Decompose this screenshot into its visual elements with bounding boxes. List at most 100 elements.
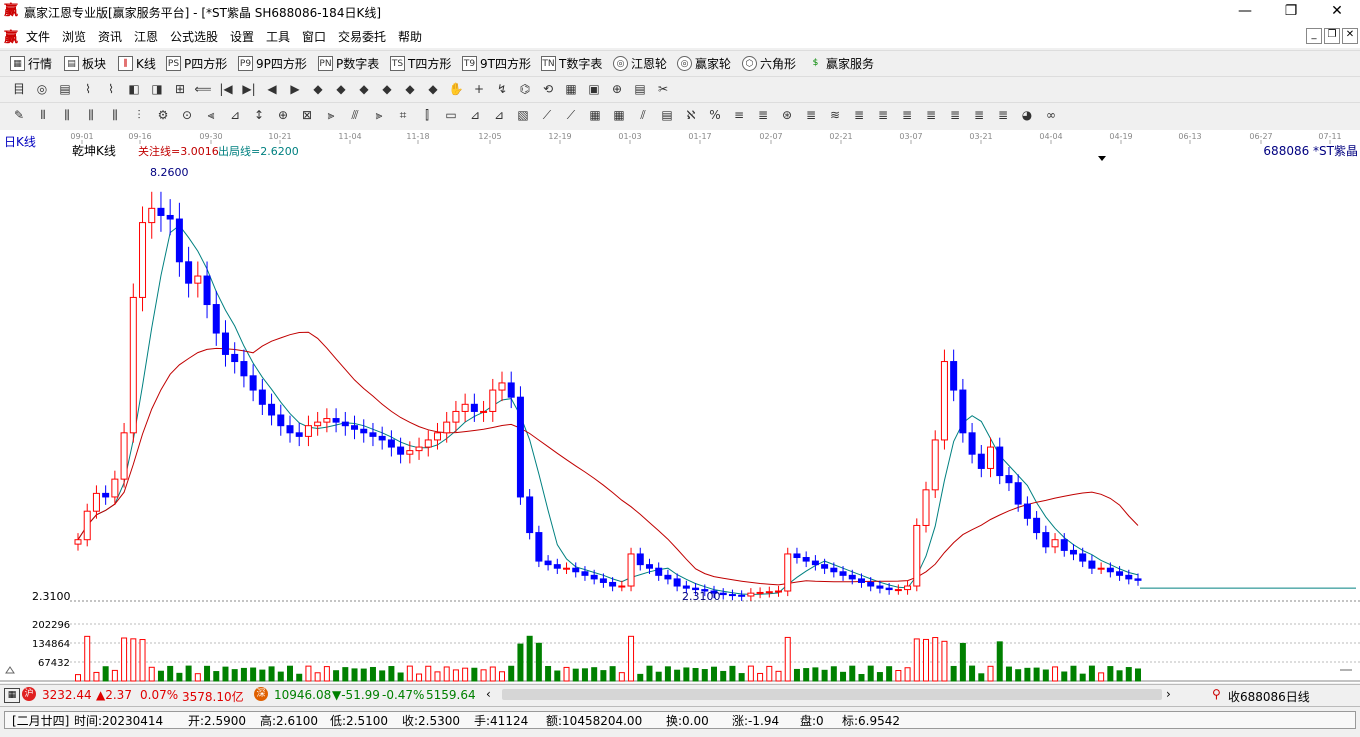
toolbar2_glyphs-tool-15-icon[interactable]: ◆	[355, 81, 373, 98]
toolbar3_glyphs-tool-28-icon[interactable]: ℵ	[682, 107, 700, 124]
toolbar2_glyphs-tool-3-icon[interactable]: ⌇	[79, 81, 97, 98]
toolbar3_glyphs-tool-18-icon[interactable]: ▭	[442, 107, 460, 124]
menu-info[interactable]: 资讯	[98, 28, 122, 45]
toolbar3_glyphs-tool-22-icon[interactable]: ⟋	[538, 107, 556, 124]
toolbar3_glyphs-tool-25-icon[interactable]: ▦	[610, 107, 628, 124]
toolbar3_glyphs-tool-10-icon[interactable]: ↕	[250, 107, 268, 124]
toolbar3_glyphs-tool-12-icon[interactable]: ⊠	[298, 107, 316, 124]
quotes-button[interactable]: ▦ 行情	[10, 54, 52, 72]
toolbar3_glyphs-tool-41-icon[interactable]: ≣	[994, 107, 1012, 124]
scroll-left-icon[interactable]: ‹	[486, 687, 491, 701]
menu-window[interactable]: 窗口	[302, 28, 326, 45]
kline-chart-panel[interactable]: 09-01 09-16 09-30 10-21 11-04 11-18 12-05 12-19…	[0, 130, 1360, 683]
toolbar3_glyphs-tool-29-icon[interactable]: %	[706, 107, 724, 124]
toolbar2_glyphs-tool-4-icon[interactable]: ⌇	[102, 81, 120, 98]
toolbar2_glyphs-tool-26-icon[interactable]: ⊕	[608, 81, 626, 98]
toolbar2_glyphs-tool-24-icon[interactable]: ▦	[562, 81, 580, 98]
toolbar3_glyphs-tool-11-icon[interactable]: ⊕	[274, 107, 292, 124]
toolbar2_glyphs-tool-12-icon[interactable]: ▶	[286, 81, 304, 98]
toolbar3_glyphs-tool-13-icon[interactable]: ⫸	[322, 107, 340, 124]
toolbar3_glyphs-tool-26-icon[interactable]: ⫽	[634, 107, 652, 124]
toolbar3_glyphs-tool-35-icon[interactable]: ≣	[850, 107, 868, 124]
toolbar2_glyphs-tool-13-icon[interactable]: ◆	[309, 81, 327, 98]
toolbar3_glyphs-tool-16-icon[interactable]: ⌗	[394, 107, 412, 124]
minimize-button[interactable]: —	[1222, 0, 1268, 24]
toolbar3_glyphs-tool-33-icon[interactable]: ≣	[802, 107, 820, 124]
gann-wheel-button[interactable]: ◎ 江恩轮	[613, 54, 667, 72]
hexagon-button[interactable]: ⬡ 六角形	[742, 54, 796, 72]
mdi-close-button[interactable]: ✕	[1342, 28, 1358, 44]
menu-help[interactable]: 帮助	[398, 28, 422, 45]
toolbar3_glyphs-tool-4-icon[interactable]: ⫼	[106, 107, 124, 124]
toolbar3_glyphs-tool-34-icon[interactable]: ≋	[826, 107, 844, 124]
service-button[interactable]: $ 赢家服务	[808, 54, 874, 72]
menu-browse[interactable]: 浏览	[62, 28, 86, 45]
toolbar3_glyphs-tool-17-icon[interactable]: ⫿	[418, 107, 436, 124]
menu-file[interactable]: 文件	[26, 28, 50, 45]
toolbar2_glyphs-tool-6-icon[interactable]: ◨	[148, 81, 166, 98]
toolbar2_glyphs-tool-1-icon[interactable]: ◎	[33, 81, 51, 98]
toolbar3_glyphs-tool-15-icon[interactable]: ⫸	[370, 107, 388, 124]
horizontal-scrollbar[interactable]	[502, 689, 1162, 700]
toolbar3_glyphs-tool-1-icon[interactable]: ⫴	[34, 107, 52, 124]
toolbar2_glyphs-tool-5-icon[interactable]: ◧	[125, 81, 143, 98]
toolbar2_glyphs-tool-8-icon[interactable]: ⟸	[194, 81, 212, 98]
toolbar2_glyphs-tool-23-icon[interactable]: ⟲	[539, 81, 557, 98]
kline-button[interactable]: ⫼ K线	[118, 54, 156, 72]
menu-settings[interactable]: 设置	[230, 28, 254, 45]
toolbar3_glyphs-tool-36-icon[interactable]: ≣	[874, 107, 892, 124]
mdi-restore-button[interactable]: ❐	[1324, 28, 1340, 44]
9p-square-button[interactable]: P9 9P四方形	[238, 54, 307, 72]
toolbar2_glyphs-tool-11-icon[interactable]: ◀	[263, 81, 281, 98]
toolbar2_glyphs-tool-20-icon[interactable]: +	[470, 81, 488, 98]
toolbar3_glyphs-tool-3-icon[interactable]: ⫼	[82, 107, 100, 124]
toolbar2_glyphs-tool-10-icon[interactable]: ▶|	[240, 81, 258, 98]
kline-chart[interactable]: 09-01 09-16 09-30 10-21 11-04 11-18 12-05 12-19…	[0, 130, 1360, 683]
toolbar3_glyphs-tool-30-icon[interactable]: ≡	[730, 107, 748, 124]
toolbar3_glyphs-tool-20-icon[interactable]: ⊿	[490, 107, 508, 124]
menu-trade[interactable]: 交易委托	[338, 28, 386, 45]
sectors-button[interactable]: ▤ 板块	[64, 54, 106, 72]
toolbar3_glyphs-tool-24-icon[interactable]: ▦	[586, 107, 604, 124]
toolbar3_glyphs-tool-7-icon[interactable]: ⊙	[178, 107, 196, 124]
toolbar2_glyphs-tool-9-icon[interactable]: |◀	[217, 81, 235, 98]
toolbar2_glyphs-tool-28-icon[interactable]: ✂	[654, 81, 672, 98]
toolbar2_glyphs-tool-22-icon[interactable]: ⌬	[516, 81, 534, 98]
toolbar3_glyphs-tool-37-icon[interactable]: ≣	[898, 107, 916, 124]
menu-formula[interactable]: 公式选股	[170, 28, 218, 45]
toolbar3_glyphs-tool-21-icon[interactable]: ▧	[514, 107, 532, 124]
collect-label[interactable]: 收688086日线	[1228, 688, 1310, 705]
toolbar3_glyphs-tool-6-icon[interactable]: ⚙	[154, 107, 172, 124]
t-number-button[interactable]: TN T数字表	[541, 54, 602, 72]
toolbar3_glyphs-tool-23-icon[interactable]: ⟋	[562, 107, 580, 124]
winner-wheel-button[interactable]: ◎ 赢家轮	[677, 54, 731, 72]
toolbar2_glyphs-tool-19-icon[interactable]: ✋	[447, 81, 465, 98]
toolbar2_glyphs-tool-17-icon[interactable]: ◆	[401, 81, 419, 98]
toolbar2_glyphs-tool-25-icon[interactable]: ▣	[585, 81, 603, 98]
toolbar3_glyphs-tool-0-icon[interactable]: ✎	[10, 107, 28, 124]
toolbar3_glyphs-tool-38-icon[interactable]: ≣	[922, 107, 940, 124]
scroll-right-button[interactable]: ›	[1166, 687, 1171, 701]
toolbar3_glyphs-tool-2-icon[interactable]: ⫼	[58, 107, 76, 124]
toolbar2_glyphs-tool-18-icon[interactable]: ◆	[424, 81, 442, 98]
toolbar2_glyphs-tool-27-icon[interactable]: ▤	[631, 81, 649, 98]
toolbar2_glyphs-tool-14-icon[interactable]: ◆	[332, 81, 350, 98]
mdi-minimize-button[interactable]: _	[1306, 28, 1322, 44]
toolbar3_glyphs-tool-8-icon[interactable]: ⫷	[202, 107, 220, 124]
maximize-button[interactable]: ❐	[1268, 0, 1314, 24]
t-square-button[interactable]: TS T四方形	[390, 54, 451, 72]
toolbar3_glyphs-tool-31-icon[interactable]: ≣	[754, 107, 772, 124]
close-button[interactable]: ✕	[1314, 0, 1360, 24]
toolbar3_glyphs-tool-40-icon[interactable]: ≣	[970, 107, 988, 124]
grid-icon[interactable]: ▦	[4, 688, 20, 703]
toolbar2_glyphs-tool-7-icon[interactable]: ⊞	[171, 81, 189, 98]
toolbar3_glyphs-tool-39-icon[interactable]: ≣	[946, 107, 964, 124]
toolbar2_glyphs-tool-0-icon[interactable]: 目	[10, 81, 28, 98]
9t-square-button[interactable]: T9 9T四方形	[462, 54, 531, 72]
toolbar3_glyphs-tool-14-icon[interactable]: ⫻	[346, 107, 364, 124]
toolbar3_glyphs-tool-32-icon[interactable]: ⊛	[778, 107, 796, 124]
toolbar2_glyphs-tool-21-icon[interactable]: ↯	[493, 81, 511, 98]
toolbar2_glyphs-tool-16-icon[interactable]: ◆	[378, 81, 396, 98]
toolbar3_glyphs-tool-42-icon[interactable]: ◕	[1018, 107, 1036, 124]
menu-gann[interactable]: 江恩	[134, 28, 158, 45]
